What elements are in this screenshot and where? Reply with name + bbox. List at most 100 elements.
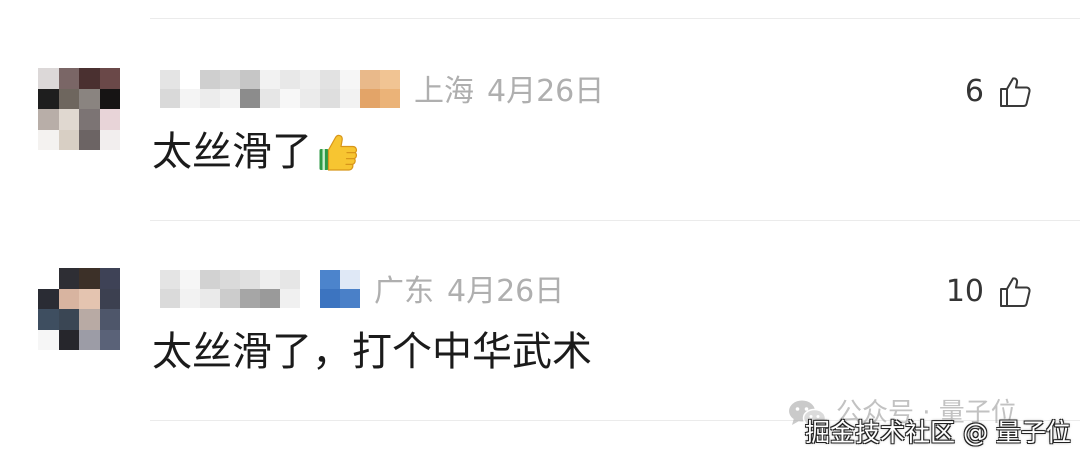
avatar-mosaic-tile (38, 129, 59, 150)
avatar-mosaic-tile (58, 88, 79, 109)
username-mosaic-tile (380, 70, 400, 89)
avatar-mosaic-tile (58, 268, 79, 289)
comment-body: 太丝滑了 (152, 129, 312, 175)
username-blurred[interactable] (160, 70, 400, 108)
avatar-mosaic-tile (79, 309, 100, 330)
avatar-mosaic-tile (79, 88, 100, 109)
username-mosaic-tile (200, 89, 220, 108)
avatar-mosaic-tile (58, 329, 79, 350)
username-mosaic-tile (300, 270, 320, 289)
username-blurred[interactable] (160, 270, 360, 308)
avatar-mosaic-tile (99, 129, 120, 150)
username-mosaic-tile (200, 70, 220, 89)
avatar-mosaic-tile (38, 309, 59, 330)
avatar-mosaic-tile (79, 68, 100, 89)
avatar-mosaic-tile (99, 68, 120, 89)
comment-meta: 广东 4月26日 (374, 275, 564, 309)
username-mosaic-tile (320, 70, 340, 89)
username-mosaic-tile (280, 270, 300, 289)
avatar-mosaic-tile (58, 309, 79, 330)
avatar-mosaic-tile (79, 288, 100, 309)
avatar[interactable] (38, 68, 120, 150)
username-mosaic-tile (240, 70, 260, 89)
avatar-mosaic-tile (99, 109, 120, 130)
username-mosaic-tile (360, 70, 380, 89)
avatar-mosaic-tile (58, 109, 79, 130)
username-mosaic-tile (240, 270, 260, 289)
username-mosaic-tile (180, 270, 200, 289)
username-mosaic-tile (260, 270, 280, 289)
username-mosaic-tile (240, 289, 260, 308)
username-mosaic-tile (300, 70, 320, 89)
username-mosaic-tile (360, 89, 380, 108)
like-button[interactable]: 10 (946, 272, 1032, 312)
avatar-mosaic-tile (38, 109, 59, 130)
date: 4月26日 (447, 274, 565, 309)
username-mosaic-tile (160, 70, 180, 89)
avatar-mosaic-tile (99, 288, 120, 309)
username-mosaic-tile (280, 89, 300, 108)
thumbs-up-outline-icon[interactable] (998, 75, 1032, 109)
divider (150, 220, 1080, 221)
username-mosaic-tile (200, 289, 220, 308)
avatar-mosaic-tile (79, 268, 100, 289)
username-mosaic-tile (160, 270, 180, 289)
username-mosaic-tile (220, 89, 240, 108)
avatar-mosaic-tile (79, 129, 100, 150)
avatar-mosaic-tile (99, 329, 120, 350)
username-mosaic-tile (260, 89, 280, 108)
avatar-mosaic-tile (38, 88, 59, 109)
date: 4月26日 (487, 74, 605, 109)
username-mosaic-tile (340, 89, 360, 108)
avatar[interactable] (38, 268, 120, 350)
comment-header: 广东 4月26日 (160, 270, 564, 309)
avatar-mosaic-tile (38, 288, 59, 309)
comment-header: 上海 4月26日 (160, 70, 604, 109)
username-mosaic-tile (280, 289, 300, 308)
username-mosaic-tile (340, 289, 360, 308)
username-mosaic-tile (320, 270, 340, 289)
username-mosaic-tile (340, 70, 360, 89)
like-button[interactable]: 6 (965, 72, 1032, 112)
comment-text: 太丝滑了，打个中华武术 (152, 328, 592, 376)
username-mosaic-tile (260, 70, 280, 89)
comment-meta: 上海 4月26日 (414, 75, 604, 109)
comment-item: 广东 4月26日 10 太丝滑了，打个中华武术 (0, 240, 1080, 420)
username-mosaic-tile (300, 89, 320, 108)
username-mosaic-tile (220, 289, 240, 308)
avatar-mosaic-tile (99, 309, 120, 330)
comment-body: 太丝滑了，打个中华武术 (152, 329, 592, 375)
username-mosaic-tile (220, 270, 240, 289)
username-mosaic-tile (260, 289, 280, 308)
username-mosaic-tile (160, 289, 180, 308)
avatar-mosaic-tile (38, 329, 59, 350)
avatar-mosaic-tile (99, 268, 120, 289)
watermark-credit: 掘金技术社区 @ 量子位 (805, 418, 1071, 447)
location: 广东 (374, 274, 434, 309)
username-mosaic-tile (200, 270, 220, 289)
username-mosaic-tile (160, 89, 180, 108)
username-mosaic-tile (280, 70, 300, 89)
username-mosaic-tile (320, 89, 340, 108)
avatar-mosaic-tile (58, 288, 79, 309)
location: 上海 (414, 74, 474, 109)
username-mosaic-tile (300, 289, 320, 308)
avatar-mosaic-tile (79, 109, 100, 130)
thumbs-up-outline-icon[interactable] (998, 275, 1032, 309)
comment-item: 上海 4月26日 6 太丝滑了 (0, 40, 1080, 220)
avatar-mosaic-tile (58, 129, 79, 150)
thumbs-up-emoji-icon (318, 131, 360, 173)
like-count: 10 (945, 274, 984, 309)
like-count: 6 (964, 74, 984, 109)
username-mosaic-tile (180, 70, 200, 89)
username-mosaic-tile (220, 70, 240, 89)
username-mosaic-tile (380, 89, 400, 108)
username-mosaic-tile (180, 89, 200, 108)
avatar-mosaic-tile (79, 329, 100, 350)
avatar-mosaic-tile (58, 68, 79, 89)
avatar-mosaic-tile (38, 268, 59, 289)
username-mosaic-tile (180, 289, 200, 308)
divider (150, 18, 1080, 19)
username-mosaic-tile (320, 289, 340, 308)
avatar-mosaic-tile (99, 88, 120, 109)
